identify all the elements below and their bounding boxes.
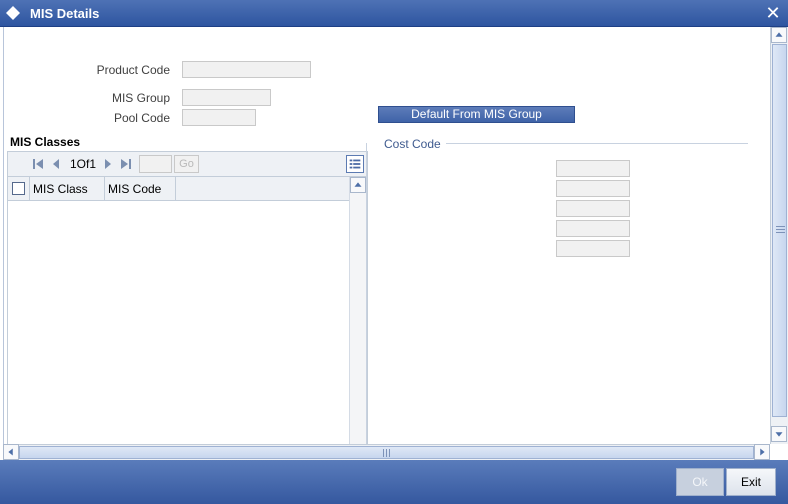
scroll-left-icon[interactable] — [3, 444, 19, 460]
grid-scrollbar[interactable] — [349, 177, 367, 444]
mis-classes-grid: 1Of1 Go MIS Class MIS Code — [7, 151, 368, 444]
close-icon[interactable]: ✕ — [764, 4, 782, 22]
cost-code-field-3[interactable] — [556, 200, 630, 217]
cost-code-field-4[interactable] — [556, 220, 630, 237]
product-code-field[interactable] — [182, 61, 311, 78]
previous-page-icon[interactable] — [50, 157, 62, 171]
page-indicator: 1Of1 — [70, 157, 97, 171]
diamond-icon — [6, 6, 20, 20]
horizontal-scroll-thumb[interactable] — [19, 446, 754, 459]
divider — [366, 143, 367, 444]
scroll-down-icon[interactable] — [771, 426, 787, 442]
vertical-scrollbar[interactable] — [770, 27, 788, 444]
cost-code-field-1[interactable] — [556, 160, 630, 177]
footer-bar: Ok Exit — [0, 460, 788, 504]
cost-code-field-5[interactable] — [556, 240, 630, 257]
pool-code-label: Pool Code — [113, 111, 170, 125]
grid-header: MIS Class MIS Code — [8, 177, 349, 201]
scroll-right-icon[interactable] — [754, 444, 770, 460]
column-settings-icon[interactable] — [346, 155, 364, 173]
mis-classes-title: MIS Classes — [10, 135, 81, 149]
mis-group-field[interactable] — [182, 89, 271, 106]
ok-button[interactable]: Ok — [676, 468, 724, 496]
title-bar: MIS Details ✕ — [0, 0, 788, 27]
grip-icon — [776, 226, 785, 233]
vertical-scroll-thumb[interactable] — [772, 44, 787, 417]
cost-code-field-2[interactable] — [556, 180, 630, 197]
go-button[interactable]: Go — [174, 155, 199, 173]
window-title: MIS Details — [30, 6, 100, 21]
page-number-input[interactable] — [139, 155, 172, 173]
cost-code-legend: Cost Code — [384, 137, 445, 151]
select-all-checkbox[interactable] — [12, 182, 25, 195]
column-header-mis-class[interactable]: MIS Class — [29, 177, 104, 201]
exit-button[interactable]: Exit — [726, 468, 776, 496]
next-page-icon[interactable] — [102, 157, 114, 171]
first-page-icon[interactable] — [32, 157, 44, 171]
scroll-up-icon[interactable] — [771, 27, 787, 43]
column-header-mis-code[interactable]: MIS Code — [104, 177, 176, 201]
pool-code-field[interactable] — [182, 109, 256, 126]
scroll-up-icon[interactable] — [350, 177, 366, 193]
mis-group-label: MIS Group — [111, 91, 170, 105]
fieldset-border — [446, 143, 748, 144]
horizontal-scrollbar[interactable] — [3, 444, 770, 460]
last-page-icon[interactable] — [120, 157, 132, 171]
grid-toolbar: 1Of1 Go — [8, 152, 367, 177]
product-code-label: Product Code — [96, 63, 170, 77]
grip-icon — [383, 449, 390, 457]
default-from-mis-group-button[interactable]: Default From MIS Group — [378, 106, 575, 123]
